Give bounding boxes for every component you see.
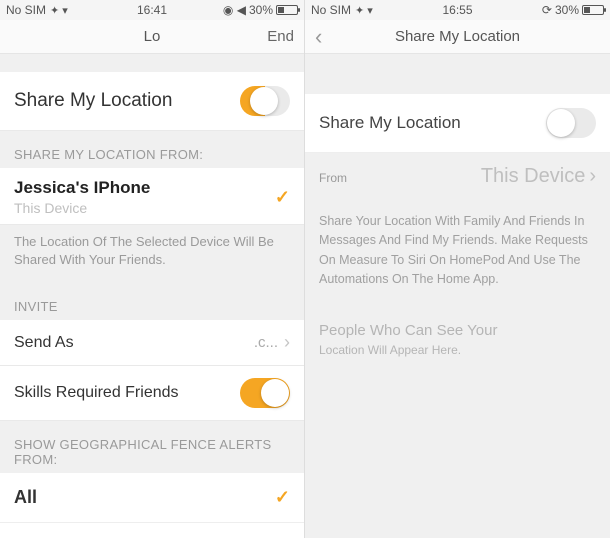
empty-area — [305, 377, 610, 538]
fence-option-all[interactable]: All ✓ — [0, 473, 304, 523]
checkmark-icon: ✓ — [275, 187, 290, 208]
chevron-right-icon: › — [589, 165, 596, 188]
from-label: From — [319, 171, 347, 185]
skills-toggle[interactable] — [240, 378, 290, 408]
page-title: Share My Location — [386, 28, 529, 45]
skills-label: Skills Required Friends — [14, 384, 240, 402]
wifi-icon: ✦ ▾ — [50, 4, 68, 17]
status-bar: No SIM ✦ ▾ 16:55 ⟳ 30% — [305, 0, 610, 20]
share-location-toggle[interactable] — [240, 86, 290, 116]
checkmark-icon: ✓ — [275, 487, 290, 508]
share-location-label: Share My Location — [14, 90, 240, 112]
from-footer: The Location Of The Selected Device Will… — [0, 225, 304, 283]
chevron-right-icon: › — [284, 332, 290, 353]
send-as-value: .c... — [254, 334, 278, 351]
phone-left: No SIM ✦ ▾ 16:41 ◉ ◀ 30% Lo End Share My… — [0, 0, 305, 538]
people-header: People Who Can See Your — [305, 302, 610, 343]
phone-right: No SIM ✦ ▾ 16:55 ⟳ 30% ‹ Share My Locati… — [305, 0, 610, 538]
invite-header: INVITE — [0, 283, 304, 320]
fence-option-friends[interactable]: Only My Friends — [0, 523, 304, 538]
spacer — [305, 54, 610, 94]
wifi-icon: ✦ ▾ — [355, 4, 373, 17]
device-name: Jessica's IPhone — [14, 178, 275, 198]
fence-all-label: All — [14, 487, 275, 508]
status-bar: No SIM ✦ ▾ 16:41 ◉ ◀ 30% — [0, 0, 304, 20]
battery-icon — [582, 5, 604, 15]
page-title: Lo — [81, 28, 223, 45]
back-button[interactable]: ‹ — [315, 24, 322, 49]
device-subtitle: This Device — [14, 200, 275, 216]
people-subtitle: Location Will Appear Here. — [305, 343, 610, 377]
device-row[interactable]: Jessica's IPhone This Device ✓ — [0, 168, 304, 225]
nav-bar: ‹ Share My Location — [305, 20, 610, 54]
battery-percent: 30% — [555, 3, 579, 17]
refresh-icon: ⟳ — [542, 3, 552, 17]
share-footer: Share Your Location With Family And Frie… — [305, 200, 610, 302]
battery-icon — [276, 5, 298, 15]
share-location-row: Share My Location — [0, 72, 304, 131]
clock: 16:55 — [442, 3, 472, 17]
carrier-label: No SIM — [6, 3, 46, 17]
share-location-row: Share My Location — [305, 94, 610, 153]
skills-row: Skills Required Friends — [0, 366, 304, 421]
share-location-toggle[interactable] — [546, 108, 596, 138]
send-as-row[interactable]: Send As .c... › — [0, 320, 304, 366]
fence-header: SHOW GEOGRAPHICAL FENCE ALERTS FROM: — [0, 421, 304, 473]
location-arrow-icon: ◉ ◀ — [223, 3, 246, 17]
end-button[interactable]: End — [223, 28, 294, 45]
clock: 16:41 — [137, 3, 167, 17]
from-row[interactable]: From This Device › — [305, 153, 610, 200]
from-value: This Device — [347, 165, 585, 188]
send-as-label: Send As — [14, 334, 254, 352]
battery-percent: 30% — [249, 3, 273, 17]
section-from-header: SHARE MY LOCATION FROM: — [0, 131, 304, 168]
share-location-label: Share My Location — [319, 113, 546, 133]
carrier-label: No SIM — [311, 3, 351, 17]
nav-bar: Lo End — [0, 20, 304, 54]
